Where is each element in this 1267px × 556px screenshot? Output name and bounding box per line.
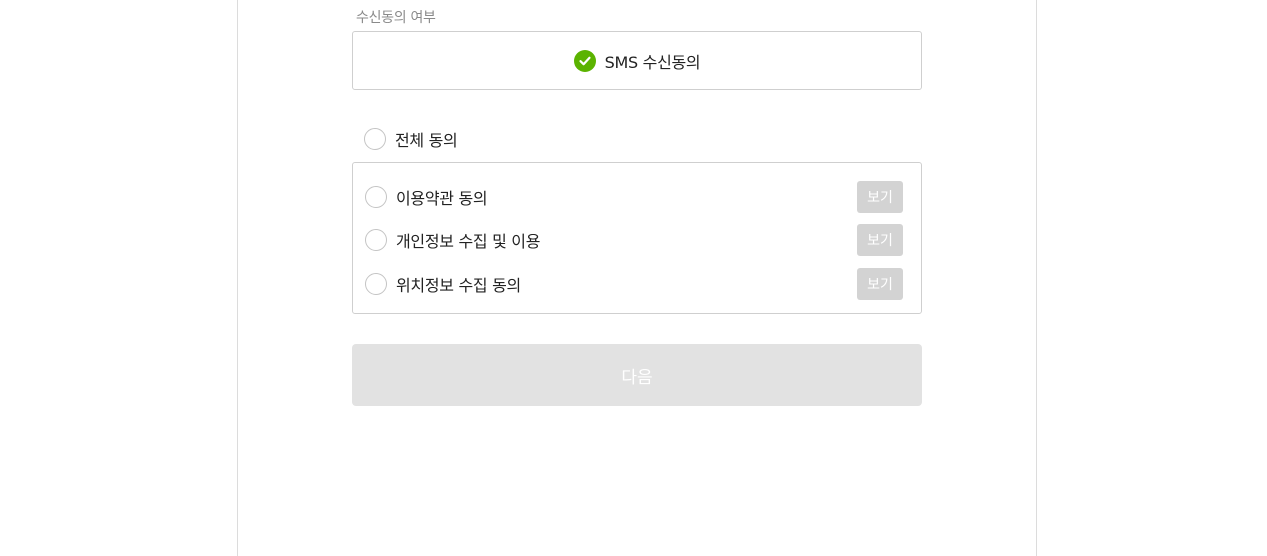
radio-circle-icon [364, 128, 386, 150]
next-button[interactable]: 다음 [352, 344, 922, 406]
radio-circle-icon[interactable] [365, 186, 387, 208]
term-row-location[interactable]: 위치정보 수집 동의 보기 [365, 268, 903, 300]
radio-circle-icon[interactable] [365, 229, 387, 251]
term-row-privacy[interactable]: 개인정보 수집 및 이용 보기 [365, 224, 903, 256]
term-label[interactable]: 이용약관 동의 [396, 185, 857, 209]
agree-all-checkbox[interactable]: 전체 동의 [364, 128, 458, 150]
consent-section-label: 수신동의 여부 [356, 10, 436, 26]
term-label[interactable]: 개인정보 수집 및 이용 [396, 228, 857, 252]
sms-consent-label: SMS 수신동의 [604, 52, 701, 72]
radio-circle-icon[interactable] [365, 273, 387, 295]
check-icon [573, 49, 596, 72]
view-privacy-button[interactable]: 보기 [857, 224, 903, 256]
term-label[interactable]: 위치정보 수집 동의 [396, 272, 857, 296]
view-terms-button[interactable]: 보기 [857, 181, 903, 213]
view-location-button[interactable]: 보기 [857, 268, 903, 300]
agree-all-label: 전체 동의 [395, 131, 458, 150]
terms-list: 이용약관 동의 보기 개인정보 수집 및 이용 보기 위치정보 수집 동의 보기 [352, 162, 922, 314]
term-row-service-terms[interactable]: 이용약관 동의 보기 [365, 181, 903, 213]
sms-consent-checkbox[interactable]: SMS 수신동의 [352, 31, 922, 90]
